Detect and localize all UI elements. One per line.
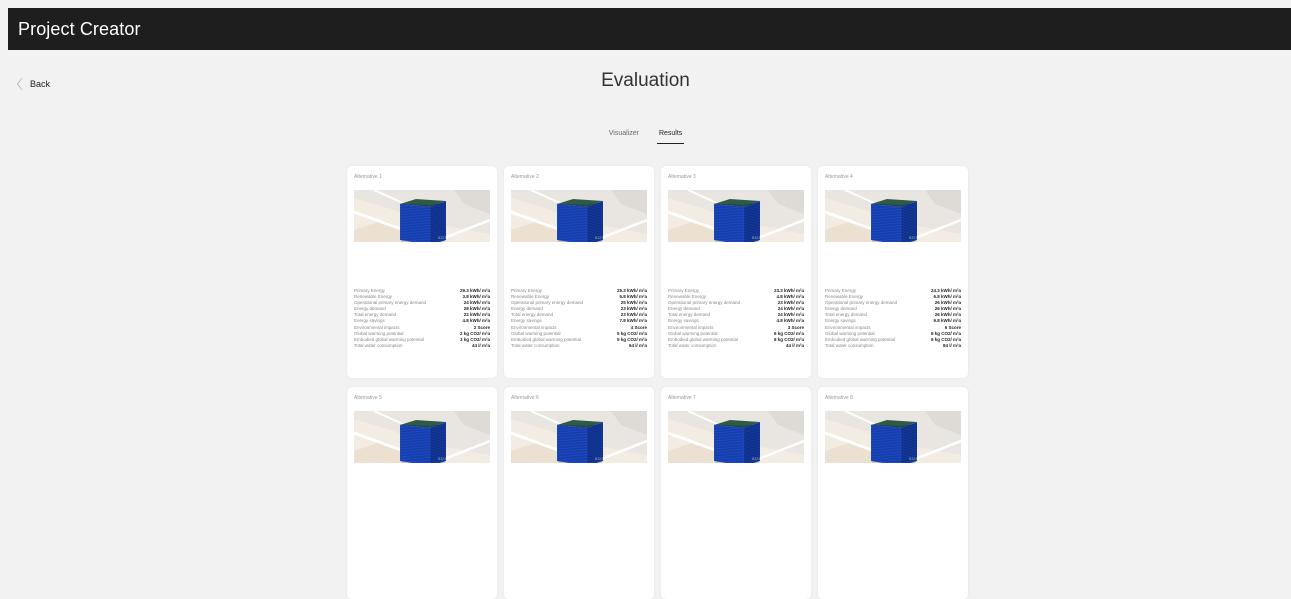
- alternative-card[interactable]: Alternative 5 B323: [347, 387, 497, 599]
- alternative-label: Alternative 4: [825, 174, 853, 180]
- building-render: B323: [354, 411, 490, 463]
- alternative-card[interactable]: Alternative 7 B323: [661, 387, 811, 599]
- alternative-card[interactable]: Alternative 4 B323 Primary Energy 24.3 kWh/…: [818, 166, 968, 378]
- alternative-card[interactable]: Alternative 8 B323: [818, 387, 968, 599]
- street-label: B323: [909, 457, 917, 461]
- alternative-label: Alternative 8: [825, 395, 853, 401]
- metric-label: Total water consumption: [511, 342, 560, 348]
- alternative-label: Alternative 3: [668, 174, 696, 180]
- alternative-label: Alternative 6: [511, 395, 539, 401]
- street-label: B323: [438, 236, 446, 240]
- building-render: B323: [825, 411, 961, 463]
- street-label: B323: [909, 236, 917, 240]
- metrics-list: Primary Energy 24.3 kWh/ m²a Renewable Ene…: [825, 288, 961, 349]
- app-title: Project Creator: [18, 19, 141, 39]
- metric-value: 84 l/ m²a: [942, 342, 961, 348]
- alternative-card[interactable]: Alternative 2 B323 Primary Energy 25.3 kWh/…: [504, 166, 654, 378]
- metric-row: Total water consumption 44 l/ m²a: [668, 343, 804, 349]
- page-title: Evaluation: [601, 70, 690, 91]
- metric-label: Total water consumption: [668, 342, 717, 348]
- app-header: Project Creator: [8, 8, 1291, 50]
- street-label: B323: [752, 457, 760, 461]
- building-render: B323: [825, 190, 961, 242]
- street-label: B323: [438, 457, 446, 461]
- metric-value: 44 l/ m²a: [471, 342, 490, 348]
- building-render: B323: [354, 190, 490, 242]
- street-label: B323: [595, 236, 603, 240]
- street-label: B323: [752, 236, 760, 240]
- alternatives-grid: Alternative 1 B323 Primary Energy 29.3 kWh/…: [347, 166, 968, 599]
- alternative-label: Alternative 7: [668, 395, 696, 401]
- building-render: B323: [511, 190, 647, 242]
- alternative-label: Alternative 1: [354, 174, 382, 180]
- street-label: B323: [595, 457, 603, 461]
- view-tabs: Visualizer Results: [0, 128, 1291, 144]
- building-render: B323: [668, 190, 804, 242]
- metrics-list: Primary Energy 23.3 kWh/ m²a Renewable Ene…: [668, 288, 804, 349]
- metric-value: 64 l/ m²a: [628, 342, 647, 348]
- metric-row: Total water consumption 64 l/ m²a: [511, 343, 647, 349]
- metrics-list: Primary Energy 29.3 kWh/ m²a Renewable Ene…: [354, 288, 490, 349]
- metric-value: 44 l/ m²a: [785, 342, 804, 348]
- metric-row: Total water consumption 84 l/ m²a: [825, 343, 961, 349]
- alternative-card[interactable]: Alternative 6 B323: [504, 387, 654, 599]
- alternative-label: Alternative 2: [511, 174, 539, 180]
- alternative-card[interactable]: Alternative 3 B323 Primary Energy 23.3 kWh/…: [661, 166, 811, 378]
- tab-visualizer[interactable]: Visualizer: [607, 128, 641, 144]
- alternative-card[interactable]: Alternative 1 B323 Primary Energy 29.3 kWh/…: [347, 166, 497, 378]
- metric-label: Total water consumption: [354, 342, 403, 348]
- metric-row: Total water consumption 44 l/ m²a: [354, 343, 490, 349]
- building-render: B323: [668, 411, 804, 463]
- alternative-label: Alternative 5: [354, 395, 382, 401]
- tab-results[interactable]: Results: [656, 128, 685, 144]
- metric-label: Total water consumption: [825, 342, 874, 348]
- metrics-list: Primary Energy 25.3 kWh/ m²a Renewable Ene…: [511, 288, 647, 349]
- building-render: B323: [511, 411, 647, 463]
